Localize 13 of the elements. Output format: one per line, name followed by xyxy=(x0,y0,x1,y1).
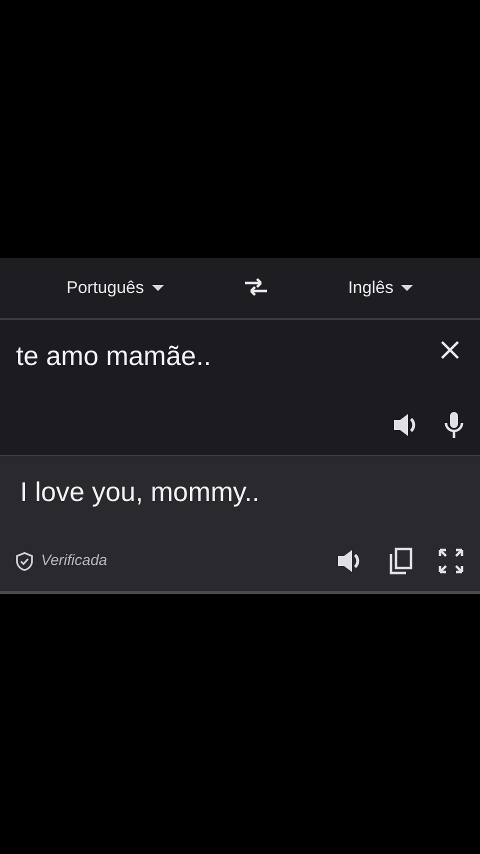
fullscreen-icon[interactable] xyxy=(438,548,464,574)
caret-icon xyxy=(401,285,414,291)
shield-check-icon xyxy=(16,552,33,570)
source-language-dropdown[interactable]: Português xyxy=(60,271,170,305)
translation-text: I love you, mommy.. xyxy=(19,476,260,509)
close-button[interactable] xyxy=(440,340,460,360)
target-language-dropdown[interactable]: Inglês xyxy=(342,271,420,305)
microphone-icon[interactable] xyxy=(444,411,464,439)
verified-label: Verificada xyxy=(41,550,108,571)
caret-icon xyxy=(152,285,164,291)
swap-languages-button[interactable] xyxy=(243,278,270,298)
copy-icon[interactable] xyxy=(388,547,414,575)
input-text[interactable]: te amo mamãe.. xyxy=(16,336,212,376)
